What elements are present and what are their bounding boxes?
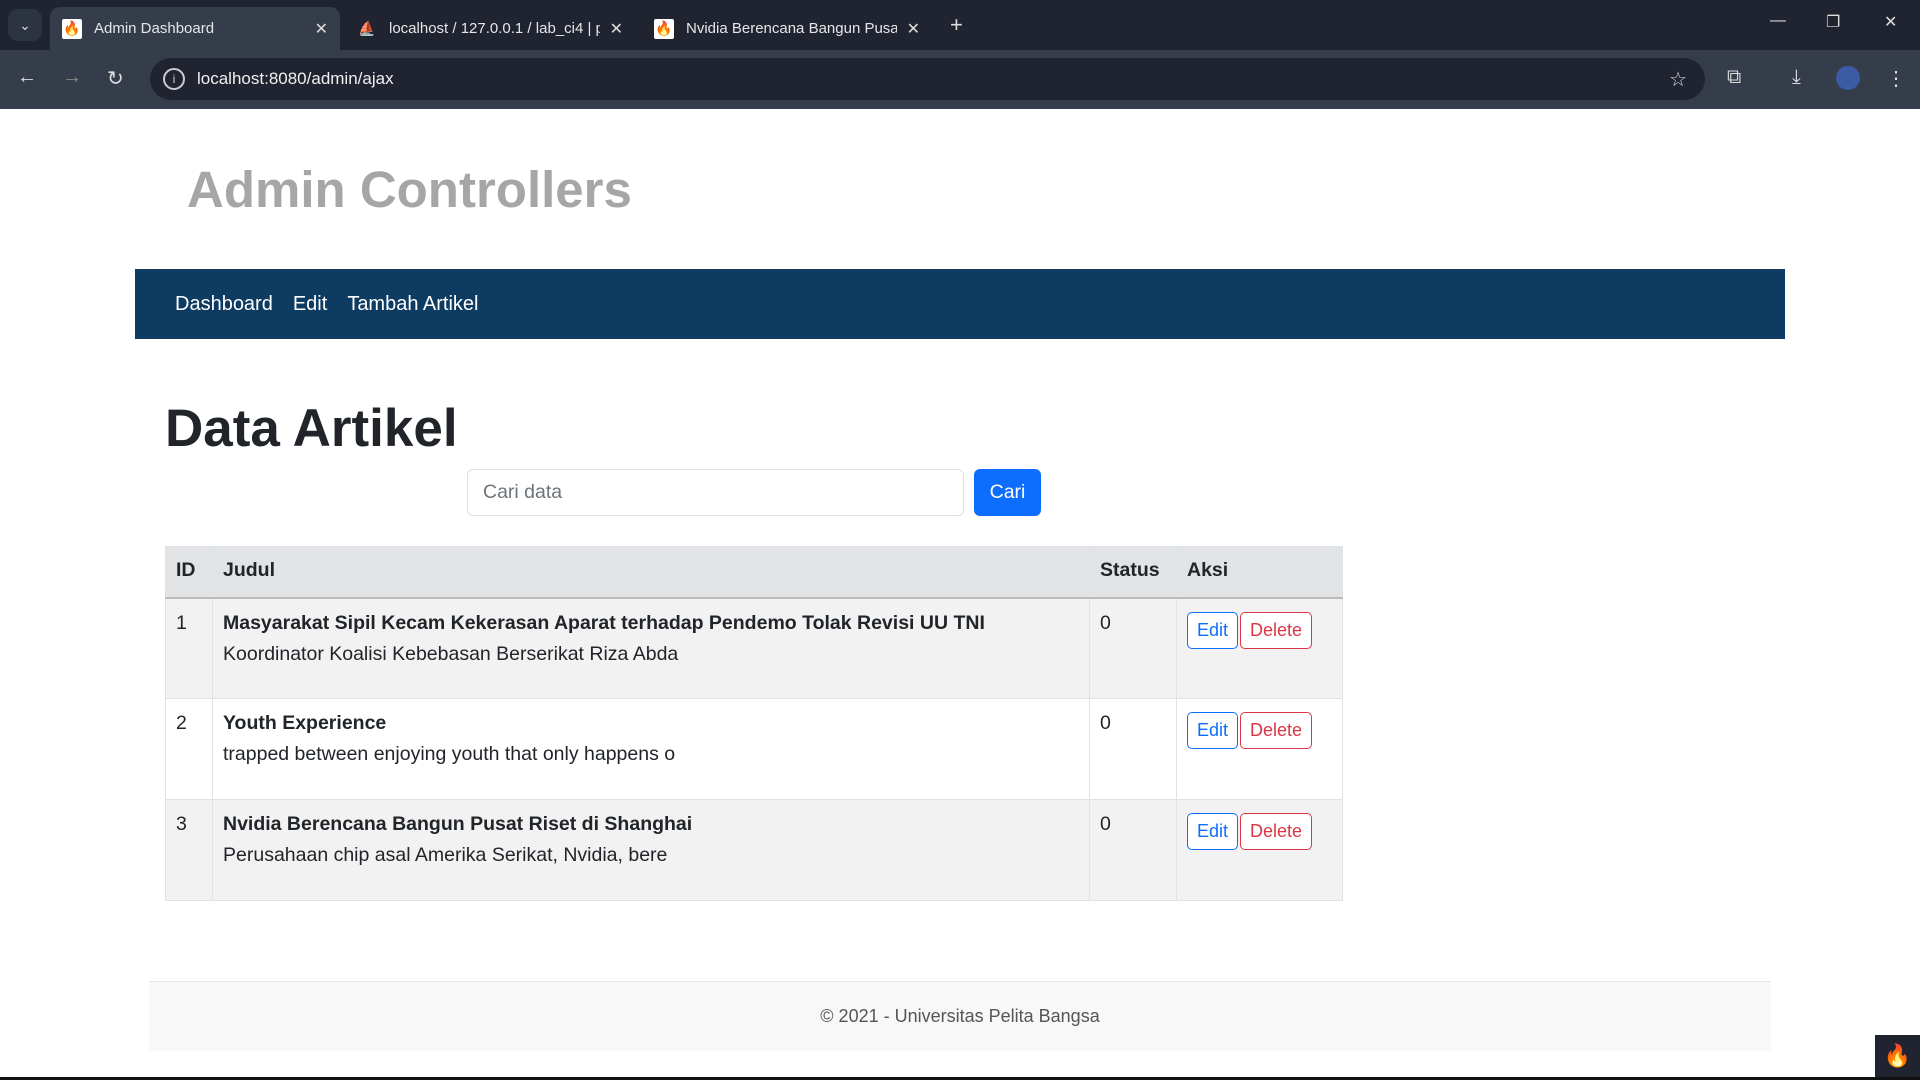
cell-status: 0 (1089, 698, 1177, 800)
menu-icon[interactable]: ⋮ (1886, 66, 1906, 91)
close-icon[interactable]: ✕ (315, 19, 328, 39)
footer-text: © 2021 - Universitas Pelita Bangsa (820, 1006, 1100, 1026)
phpmyadmin-icon: ⛵ (358, 20, 376, 36)
codeigniter-flame-icon: 🔥 (654, 18, 674, 39)
header-id: ID (165, 546, 213, 599)
article-excerpt: Koordinator Koalisi Kebebasan Berserikat… (223, 642, 679, 665)
cell-status: 0 (1089, 597, 1177, 699)
download-icon[interactable]: ⤓ (1792, 66, 1801, 89)
cell-judul: Youth Experience trapped between enjoying… (212, 698, 1090, 800)
codeigniter-flame-icon: 🔥 (62, 18, 82, 39)
address-bar[interactable]: i localhost:8080/admin/ajax ☆ (150, 58, 1705, 100)
restore-icon[interactable]: ❐ (1826, 12, 1840, 32)
site-info-icon[interactable]: i (163, 68, 185, 90)
articles-table: ID Judul Status Aksi 1 Masyarakat Sipil … (165, 546, 1343, 901)
minimize-icon[interactable]: — (1770, 12, 1786, 30)
cell-judul: Nvidia Berencana Bangun Pusat Riset di S… (212, 799, 1090, 901)
main-navbar: Dashboard Edit Tambah Artikel (135, 269, 1785, 339)
cell-aksi: Edit Delete (1176, 597, 1343, 699)
delete-button[interactable]: Delete (1240, 813, 1313, 850)
article-excerpt: trapped between enjoying youth that only… (223, 743, 676, 765)
footer: © 2021 - Universitas Pelita Bangsa (149, 981, 1771, 1051)
tab-nvidia[interactable]: 🔥 Nvidia Berencana Bangun Pusat ✕ (642, 7, 932, 50)
header-aksi: Aksi (1176, 546, 1343, 599)
tab-search-button[interactable]: ⌄ (8, 9, 42, 41)
bookmark-star-icon[interactable]: ☆ (1669, 67, 1687, 92)
table-row: 1 Masyarakat Sipil Kecam Kekerasan Apara… (165, 597, 1343, 699)
extensions-icon[interactable]: ⧉ (1727, 66, 1741, 89)
new-tab-icon[interactable]: + (950, 12, 963, 38)
article-title: Nvidia Berencana Bangun Pusat Riset di S… (223, 813, 693, 835)
tab-title: Admin Dashboard (94, 20, 215, 37)
edit-button[interactable]: Edit (1187, 813, 1239, 850)
reload-icon[interactable]: ↻ (107, 66, 124, 91)
close-icon[interactable]: ✕ (610, 19, 623, 39)
delete-button[interactable]: Delete (1240, 611, 1313, 649)
site-title: Admin Controllers (187, 161, 632, 218)
header-judul: Judul (212, 546, 1090, 599)
cell-id: 1 (165, 597, 213, 699)
cell-id: 3 (165, 799, 213, 901)
delete-button[interactable]: Delete (1240, 712, 1313, 749)
tab-title: localhost / 127.0.0.1 / lab_ci4 | p (389, 20, 600, 37)
search-input[interactable] (467, 469, 964, 516)
edit-button[interactable]: Edit (1187, 611, 1239, 649)
profile-avatar[interactable] (1836, 66, 1860, 90)
article-title: Youth Experience (223, 712, 387, 734)
page-heading: Data Artikel (165, 399, 458, 458)
cell-id: 2 (165, 698, 213, 800)
back-icon[interactable]: ← (17, 66, 37, 89)
cell-aksi: Edit Delete (1176, 799, 1343, 901)
article-excerpt: Perusahaan chip asal Amerika Serikat, Nv… (223, 844, 668, 866)
browser-toolbar: ← → ↻ i localhost:8080/admin/ajax ☆ ⧉ ⤓ … (0, 50, 1920, 109)
nav-dashboard[interactable]: Dashboard (175, 293, 273, 316)
window-close-icon[interactable]: ✕ (1884, 12, 1897, 32)
url-text[interactable]: localhost:8080/admin/ajax (197, 69, 394, 89)
tab-phpmyadmin[interactable]: ⛵ localhost / 127.0.0.1 / lab_ci4 | p ✕ (345, 7, 635, 50)
browser-tab-bar: ⌄ 🔥 Admin Dashboard ✕ ⛵ localhost / 127.… (0, 0, 1920, 50)
nav-tambah-artikel[interactable]: Tambah Artikel (347, 293, 478, 316)
edit-button[interactable]: Edit (1187, 712, 1239, 749)
nav-edit[interactable]: Edit (293, 293, 327, 316)
cell-aksi: Edit Delete (1176, 698, 1343, 800)
tab-admin-dashboard[interactable]: 🔥 Admin Dashboard ✕ (50, 7, 340, 50)
header-status: Status (1089, 546, 1177, 599)
forward-icon[interactable]: → (62, 66, 82, 89)
article-title: Masyarakat Sipil Kecam Kekerasan Aparat … (223, 611, 985, 634)
table-row: 2 Youth Experience trapped between enjoyi… (165, 698, 1343, 800)
tab-title: Nvidia Berencana Bangun Pusat (686, 20, 897, 37)
close-icon[interactable]: ✕ (907, 19, 920, 39)
codeigniter-debug-toolbar-icon[interactable]: 🔥 (1875, 1035, 1920, 1077)
cell-status: 0 (1089, 799, 1177, 901)
table-row: 3 Nvidia Berencana Bangun Pusat Riset di… (165, 799, 1343, 901)
search-button[interactable]: Cari (974, 469, 1041, 516)
cell-judul: Masyarakat Sipil Kecam Kekerasan Aparat … (212, 597, 1090, 699)
